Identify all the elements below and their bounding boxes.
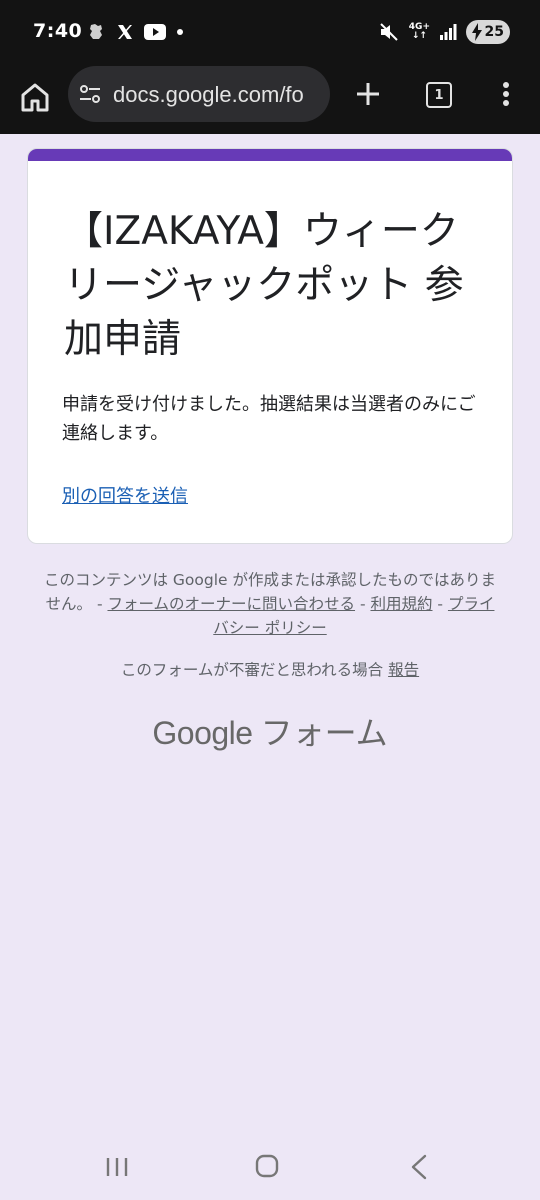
status-bar: 7:40 4G+ ↓↑ 25 bbox=[0, 0, 540, 62]
separator: - bbox=[355, 595, 371, 613]
signal-icon bbox=[440, 24, 457, 40]
network-indicator: 4G+ ↓↑ bbox=[409, 23, 430, 41]
recents-icon[interactable] bbox=[104, 1156, 130, 1178]
report-text: このフォームが不審だと思われる場合 bbox=[120, 661, 389, 679]
footer-report: このフォームが不審だと思われる場合 報告 bbox=[40, 658, 500, 682]
terms-link[interactable]: 利用規約 bbox=[370, 595, 432, 613]
battery-icon: 25 bbox=[466, 20, 510, 44]
app-notification-icon bbox=[90, 24, 102, 39]
card-accent-bar bbox=[28, 149, 512, 161]
battery-level: 25 bbox=[484, 24, 504, 40]
separator: - bbox=[432, 595, 448, 613]
home-nav-icon[interactable] bbox=[255, 1154, 279, 1178]
more-vert-icon[interactable] bbox=[496, 80, 516, 108]
form-title: 【IZAKAYA】ウィークリージャックポット 参加申請 bbox=[64, 209, 464, 362]
status-time: 7:40 bbox=[33, 20, 83, 42]
tab-switcher-icon[interactable]: 1 bbox=[426, 82, 452, 108]
submit-another-response-link[interactable]: 別の回答を送信 bbox=[62, 482, 188, 508]
back-icon[interactable] bbox=[409, 1154, 429, 1180]
confirmation-message: 申請を受け付けました。抽選結果は当選者のみにご連絡します。 bbox=[62, 394, 476, 444]
report-link[interactable]: 報告 bbox=[388, 661, 419, 679]
new-tab-plus-icon[interactable] bbox=[354, 80, 382, 108]
logo-brand: Google bbox=[152, 715, 253, 751]
google-forms-logo[interactable]: Google フォーム bbox=[0, 708, 540, 754]
notification-icons bbox=[86, 20, 184, 44]
footer-disclaimer: このコンテンツは Google が作成または承認したものではありません。 - フ… bbox=[40, 568, 500, 640]
x-icon bbox=[118, 25, 132, 39]
site-settings-icon[interactable] bbox=[78, 82, 102, 106]
contact-owner-link[interactable]: フォームのオーナーに問い合わせる bbox=[107, 595, 355, 613]
data-arrows-icon: ↓↑ bbox=[411, 31, 427, 41]
address-bar[interactable]: docs.google.com/fo bbox=[68, 66, 330, 122]
url-text[interactable]: docs.google.com/fo bbox=[113, 82, 304, 108]
browser-toolbar: docs.google.com/fo 1 bbox=[0, 62, 540, 134]
status-right-icons: 4G+ ↓↑ 25 bbox=[378, 18, 510, 46]
dot-icon bbox=[177, 29, 183, 35]
form-card: 【IZAKAYA】ウィークリージャックポット 参加申請 申請を受け付けました。抽… bbox=[27, 148, 513, 544]
logo-product: フォーム bbox=[260, 715, 388, 751]
system-nav-bar bbox=[0, 1132, 540, 1200]
charging-bolt-icon bbox=[472, 23, 482, 41]
mute-icon bbox=[380, 23, 398, 41]
youtube-icon bbox=[144, 24, 166, 40]
home-icon[interactable] bbox=[18, 80, 52, 114]
